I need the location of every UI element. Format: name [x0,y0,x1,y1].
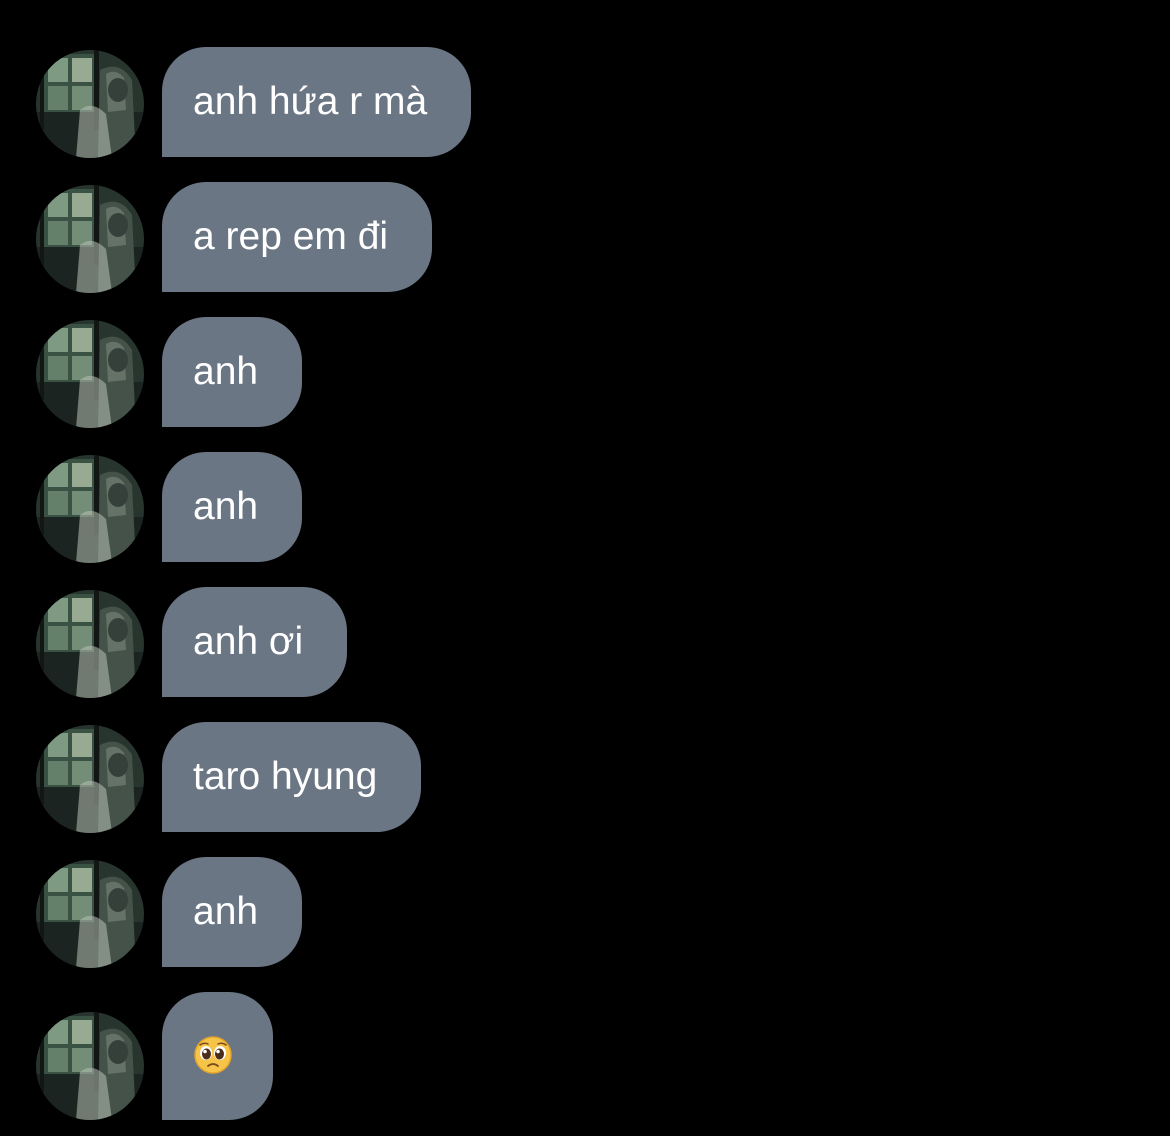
message-text: anh [193,890,259,933]
avatar[interactable] [36,50,144,158]
avatar-image [36,50,144,158]
message-bubble[interactable]: anh [162,857,303,967]
avatar[interactable] [36,1012,144,1120]
message-bubble[interactable] [162,992,273,1120]
message-row: anh hứa r mà [0,47,1170,159]
message-text: anh hứa r mà [193,80,428,123]
message-bubble[interactable]: anh ơi [162,587,348,697]
message-bubble[interactable]: a rep em đi [162,182,433,292]
message-thread: anh hứa r mà a rep em đi anh anh anh ơi [0,0,1170,1136]
avatar-image [36,1012,144,1120]
avatar[interactable] [36,320,144,428]
avatar[interactable] [36,185,144,293]
avatar-image [36,590,144,698]
message-text: anh [193,485,259,528]
message-row: anh [0,452,1170,564]
avatar-image [36,860,144,968]
message-text: taro hyung [193,755,378,798]
message-bubble[interactable]: taro hyung [162,722,422,832]
message-row: a rep em đi [0,182,1170,294]
message-row: anh [0,317,1170,429]
message-row: taro hyung [0,722,1170,834]
avatar[interactable] [36,455,144,563]
message-bubble[interactable]: anh [162,317,303,427]
pleading-face-emoji-icon [193,1035,233,1075]
message-bubble[interactable]: anh hứa r mà [162,47,472,157]
message-row: anh [0,857,1170,969]
message-text: a rep em đi [193,215,389,258]
avatar-image [36,725,144,833]
message-text: anh [193,350,259,393]
avatar[interactable] [36,590,144,698]
avatar-image [36,320,144,428]
message-text: anh ơi [193,620,304,663]
avatar[interactable] [36,725,144,833]
avatar[interactable] [36,860,144,968]
message-bubble[interactable]: anh [162,452,303,562]
message-row: anh ơi [0,587,1170,699]
avatar-image [36,455,144,563]
message-row [0,992,1170,1120]
avatar-image [36,185,144,293]
